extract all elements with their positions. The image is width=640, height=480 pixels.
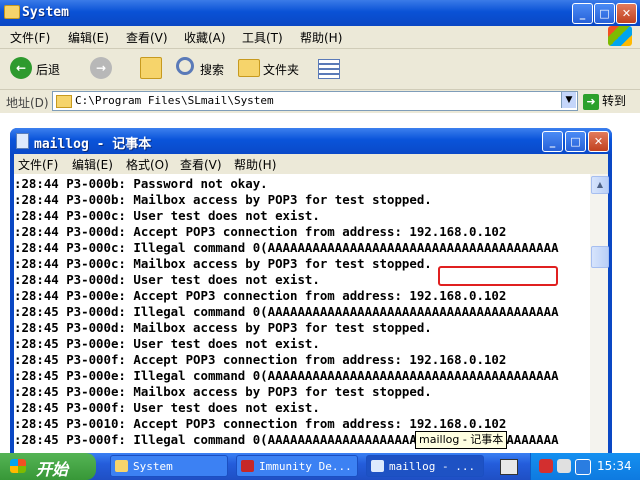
- address-bar: 地址(D) C:\Program Files\SLmail\System ▼ ➜…: [0, 90, 640, 112]
- notepad-text-area[interactable]: :28:44 P3-000b: Password not okay.:28:44…: [14, 174, 590, 456]
- views-icon[interactable]: [318, 59, 340, 79]
- notepad-menu-view[interactable]: 查看(V): [180, 156, 222, 173]
- notepad-title-bar[interactable]: maillog - 记事本 _ □ ✕: [10, 128, 612, 154]
- scroll-up-icon[interactable]: ▲: [591, 176, 609, 194]
- volume-icon[interactable]: [575, 459, 591, 475]
- close-icon[interactable]: ✕: [616, 3, 637, 24]
- notepad-menu-edit[interactable]: 编辑(E): [72, 156, 113, 173]
- back-arrow-icon[interactable]: ←: [10, 57, 32, 79]
- go-label: 转到: [602, 94, 627, 108]
- task-label: maillog - ...: [389, 460, 476, 473]
- task-label: System: [133, 460, 173, 473]
- log-line: :28:44 P3-000d: User test does not exist…: [14, 272, 320, 287]
- clock: 15:34: [597, 459, 632, 473]
- close-icon[interactable]: ✕: [588, 131, 609, 152]
- log-line: :28:45 P3-000d: Illegal command 0(AAAAAA…: [14, 304, 559, 319]
- folder-icon: [115, 460, 128, 472]
- immunity-icon: [241, 460, 254, 472]
- network-icon[interactable]: [557, 459, 571, 473]
- keyboard-icon[interactable]: [500, 459, 518, 475]
- log-line: :28:44 P3-000b: Mailbox access by POP3 f…: [14, 192, 432, 207]
- menu-edit[interactable]: 编辑(E): [68, 29, 109, 46]
- scroll-thumb[interactable]: [591, 246, 609, 268]
- task-label: Immunity De...: [259, 460, 352, 473]
- chevron-down-icon[interactable]: ▼: [561, 92, 576, 108]
- forward-arrow-icon[interactable]: →: [90, 57, 112, 79]
- menu-tools[interactable]: 工具(T): [242, 29, 283, 46]
- notepad-window: maillog - 记事本 _ □ ✕ 文件(F) 编辑(E) 格式(O) 查看…: [10, 128, 612, 456]
- minimize-icon[interactable]: _: [542, 131, 563, 152]
- system-tray: 15:34: [530, 453, 640, 480]
- maximize-icon[interactable]: □: [565, 131, 586, 152]
- notepad-icon: [16, 133, 29, 149]
- log-line: :28:45 P3-0010: Accept POP3 connection f…: [14, 416, 507, 431]
- windows-logo-icon: [608, 26, 632, 46]
- log-line: :28:44 P3-000d: Accept POP3 connection f…: [14, 224, 507, 239]
- tooltip: maillog - 记事本: [415, 431, 508, 449]
- go-arrow-icon: ➜: [583, 93, 599, 110]
- log-line: :28:44 P3-000c: Illegal command 0(AAAAAA…: [14, 240, 559, 255]
- log-line: :28:45 P3-000f: Accept POP3 connection f…: [14, 352, 507, 367]
- log-line: :28:44 P3-000b: Password not okay.: [14, 176, 268, 191]
- taskbar-item-notepad[interactable]: maillog - ...: [366, 455, 484, 477]
- start-button[interactable]: 开始: [0, 453, 96, 480]
- folders-icon[interactable]: [238, 59, 260, 77]
- address-label: 地址(D): [6, 96, 49, 110]
- notepad-menu-bar: 文件(F) 编辑(E) 格式(O) 查看(V) 帮助(H): [14, 154, 608, 174]
- start-label: 开始: [36, 460, 69, 479]
- log-line: :28:45 P3-000f: User test does not exist…: [14, 400, 320, 415]
- notepad-title: maillog - 记事本: [34, 137, 152, 152]
- back-button[interactable]: 后退: [36, 61, 60, 78]
- ip-highlight-box: [438, 266, 558, 286]
- log-line: :28:44 P3-000c: User test does not exist…: [14, 208, 320, 223]
- log-line: :28:45 P3-000d: Mailbox access by POP3 f…: [14, 320, 432, 335]
- taskbar-item-immunity[interactable]: Immunity De...: [236, 455, 358, 477]
- log-line: :28:44 P3-000c: Mailbox access by POP3 f…: [14, 256, 432, 271]
- explorer-menu-bar: 文件(F) 编辑(E) 查看(V) 收藏(A) 工具(T) 帮助(H): [0, 26, 640, 49]
- minimize-icon[interactable]: _: [572, 3, 593, 24]
- notepad-menu-format[interactable]: 格式(O): [126, 156, 169, 173]
- search-icon[interactable]: [176, 57, 194, 75]
- folder-icon: [4, 5, 20, 19]
- folder-icon: [56, 95, 72, 108]
- menu-file[interactable]: 文件(F): [10, 29, 50, 46]
- menu-favorites[interactable]: 收藏(A): [184, 29, 226, 46]
- address-value: C:\Program Files\SLmail\System: [75, 94, 274, 107]
- menu-view[interactable]: 查看(V): [126, 29, 168, 46]
- explorer-toolbar: ← 后退 → 搜索 文件夹: [0, 49, 640, 90]
- maximize-icon[interactable]: □: [594, 3, 615, 24]
- explorer-title-bar[interactable]: System _ □ ✕: [0, 0, 640, 26]
- menu-help[interactable]: 帮助(H): [300, 29, 342, 46]
- notepad-menu-help[interactable]: 帮助(H): [234, 156, 276, 173]
- log-line: :28:44 P3-000e: Accept POP3 connection f…: [14, 288, 507, 303]
- search-button[interactable]: 搜索: [200, 61, 224, 78]
- go-button[interactable]: ➜ 转到: [583, 92, 626, 110]
- explorer-title: System: [22, 5, 69, 20]
- taskbar: 开始 System Immunity De... maillog - ... 1…: [0, 453, 640, 480]
- windows-logo-icon: [10, 459, 26, 473]
- notepad-icon: [371, 460, 384, 472]
- shield-icon[interactable]: [539, 459, 553, 473]
- folders-button[interactable]: 文件夹: [263, 61, 299, 78]
- vertical-scrollbar[interactable]: ▲: [590, 174, 609, 456]
- notepad-menu-file[interactable]: 文件(F): [18, 156, 58, 173]
- log-line: :28:45 P3-000e: Mailbox access by POP3 f…: [14, 384, 432, 399]
- taskbar-item-system[interactable]: System: [110, 455, 228, 477]
- up-folder-icon[interactable]: [140, 57, 162, 79]
- log-line: :28:45 P3-000e: Illegal command 0(AAAAAA…: [14, 368, 559, 383]
- address-input[interactable]: C:\Program Files\SLmail\System ▼: [52, 91, 578, 111]
- log-line: :28:45 P3-000e: User test does not exist…: [14, 336, 320, 351]
